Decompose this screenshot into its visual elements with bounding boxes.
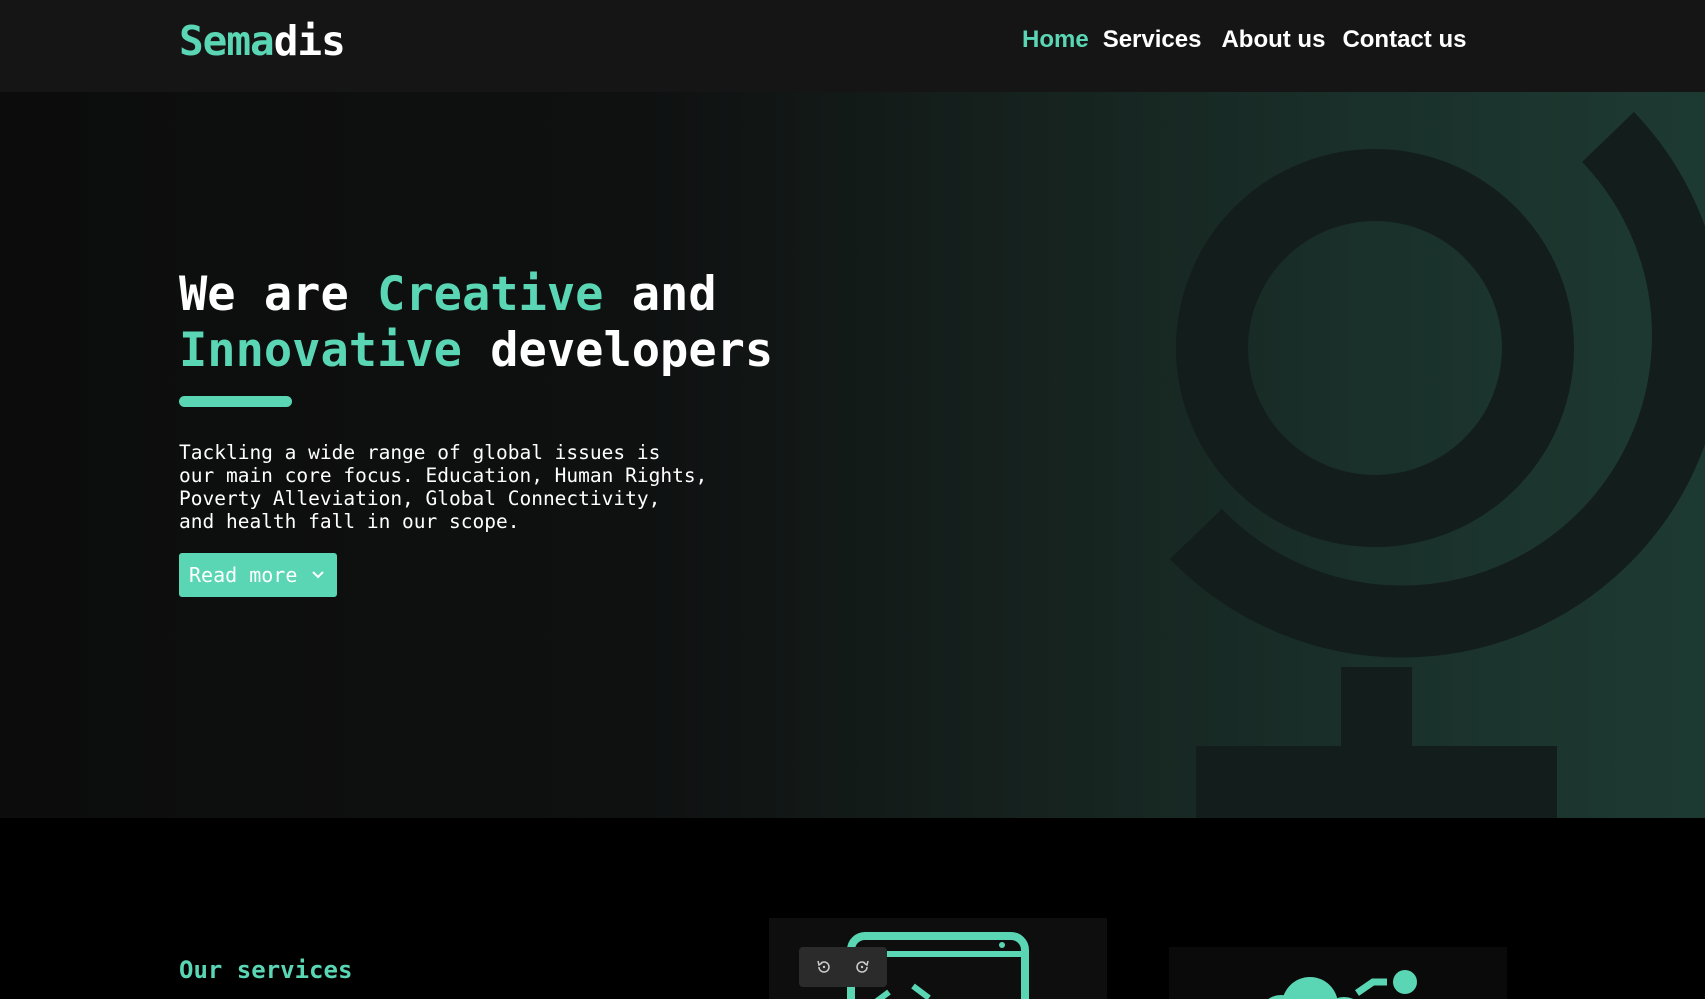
nav-contact-us[interactable]: Contact us [1342, 24, 1466, 56]
navbar: Semadis Home Services About us Contact u… [0, 0, 1705, 92]
services-title: Our services [179, 956, 353, 984]
chevron-down-icon [311, 570, 325, 580]
nav-home[interactable]: Home [1022, 24, 1089, 56]
headline-text-3: developers [461, 323, 774, 378]
redo-icon[interactable] [854, 959, 870, 975]
hero-section: We are Creative and Innovative developer… [0, 92, 1705, 818]
description-line: and health fall in our scope. [179, 510, 520, 533]
cloud-network-icon [1268, 970, 1417, 999]
read-more-button[interactable]: Read more [179, 553, 337, 597]
headline-text-2: and [603, 267, 717, 322]
hero-description: Tackling a wide range of global issues i… [179, 441, 739, 533]
main-nav: Home Services About us Contact us [1022, 24, 1466, 56]
logo[interactable]: Semadis [179, 17, 346, 65]
undo-icon[interactable] [816, 959, 832, 975]
nav-services[interactable]: Services [1103, 24, 1202, 56]
description-line: our main core focus. Education, Human Ri… [179, 464, 708, 487]
description-line: Tackling a wide range of global issues i… [179, 441, 661, 464]
nav-about-us[interactable]: About us [1221, 24, 1325, 56]
history-controls [799, 947, 887, 987]
read-more-label: Read more [189, 563, 298, 587]
headline-accent-creative: Creative [377, 267, 604, 322]
service-card[interactable] [1169, 947, 1507, 999]
hero-headline: We are Creative and Innovative developer… [179, 267, 773, 379]
logo-rest: dis [273, 17, 346, 65]
headline-underline [179, 396, 292, 407]
headline-text-1: We are [179, 267, 378, 322]
description-line: Poverty Alleviation, Global Connectivity… [179, 487, 661, 510]
logo-accent: Sema [179, 17, 275, 65]
headline-accent-innovative: Innovative [179, 323, 462, 378]
